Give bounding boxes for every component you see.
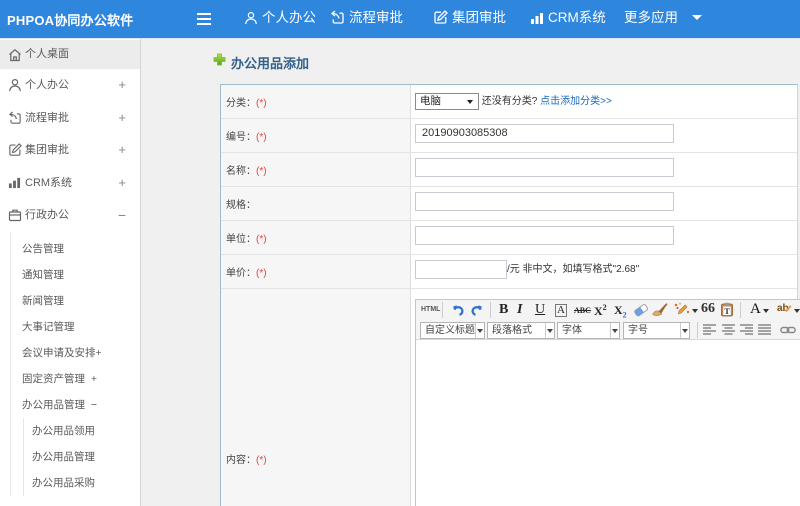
svg-text:T: T <box>724 307 730 316</box>
